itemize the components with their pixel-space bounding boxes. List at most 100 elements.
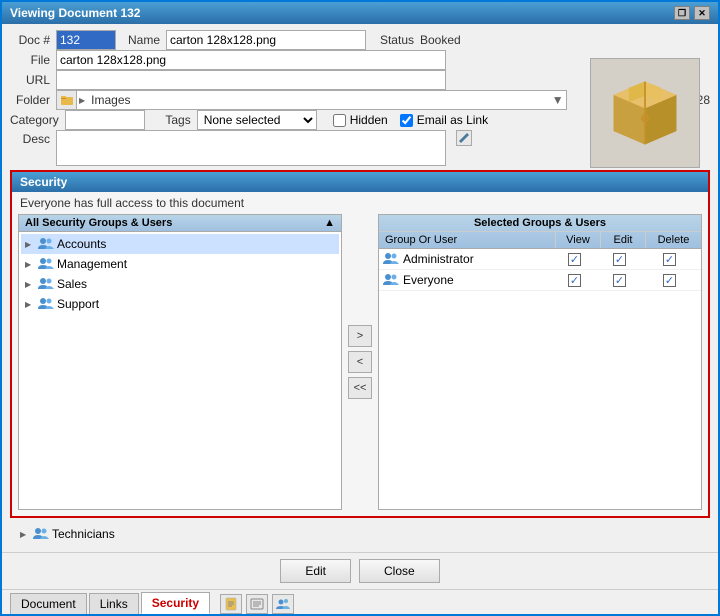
doc-input[interactable] bbox=[56, 30, 116, 50]
column-headers: Group Or User View Edit Delete bbox=[379, 232, 701, 248]
file-input[interactable] bbox=[56, 50, 446, 70]
view-checkbox[interactable]: ✓ bbox=[568, 274, 581, 287]
security-header: Security bbox=[12, 172, 708, 192]
status-label: Status bbox=[372, 33, 414, 47]
tree-list: ▶ Accounts ▶ bbox=[19, 232, 341, 509]
restore-button[interactable]: ❐ bbox=[674, 6, 690, 20]
desc-textarea[interactable] bbox=[56, 130, 446, 166]
folder-label: Folder bbox=[10, 93, 50, 107]
technicians-area: ▶ Technicians bbox=[10, 522, 710, 546]
email-label: Email as Link bbox=[417, 113, 488, 127]
list-icon bbox=[250, 597, 264, 611]
hidden-checkbox[interactable] bbox=[333, 114, 346, 127]
svg-text:♻: ♻ bbox=[640, 113, 650, 125]
tab-icons bbox=[220, 594, 294, 614]
folder-name: Images bbox=[87, 92, 134, 108]
left-panel: All Security Groups & Users ▲ ▶ bbox=[18, 214, 342, 510]
hidden-checkbox-group: Hidden bbox=[333, 113, 388, 127]
left-panel-title: All Security Groups & Users bbox=[25, 217, 172, 229]
tab-icon-3[interactable] bbox=[272, 594, 294, 614]
group-name: Everyone bbox=[403, 273, 454, 287]
tab-icon-2[interactable] bbox=[246, 594, 268, 614]
security-body: All Security Groups & Users ▲ ▶ bbox=[12, 214, 708, 516]
tags-label: Tags bbox=[161, 113, 191, 127]
delete-cell: ✓ bbox=[642, 253, 697, 266]
folder-dropdown[interactable]: ▼ bbox=[550, 93, 566, 107]
list-item[interactable]: ▶ Sales bbox=[21, 274, 339, 294]
remove-all-button[interactable]: << bbox=[348, 377, 372, 399]
edit-checkbox[interactable]: ✓ bbox=[613, 274, 626, 287]
remove-button[interactable]: < bbox=[348, 351, 372, 373]
delete-cell: ✓ bbox=[642, 274, 697, 287]
selected-users-table: Administrator ✓ ✓ ✓ bbox=[379, 249, 701, 291]
desc-edit-icon[interactable] bbox=[456, 130, 472, 146]
up-arrow-icon[interactable]: ▲ bbox=[324, 217, 335, 229]
email-checkbox-group: Email as Link bbox=[400, 113, 488, 127]
group-cell: Administrator bbox=[383, 251, 552, 267]
folder-path[interactable]: ▶ Images ▼ bbox=[56, 90, 567, 110]
edit-cell: ✓ bbox=[597, 253, 642, 266]
list-item[interactable]: ▶ Support bbox=[21, 294, 339, 314]
col-delete-header: Delete bbox=[646, 232, 701, 248]
delete-checkbox[interactable]: ✓ bbox=[663, 274, 676, 287]
tags-select[interactable]: None selected bbox=[197, 110, 317, 130]
col-view-header: View bbox=[556, 232, 601, 248]
document-image: ♻ bbox=[590, 58, 700, 168]
security-title: Security bbox=[20, 175, 67, 189]
row-doc: Doc # Name Status Booked bbox=[10, 30, 710, 50]
add-button[interactable]: > bbox=[348, 325, 372, 347]
tree-expand-icon: ▶ bbox=[25, 240, 35, 249]
right-panel-title: Selected Groups & Users bbox=[379, 215, 701, 232]
folder-icon-button[interactable] bbox=[57, 91, 77, 109]
window-title: Viewing Document 132 bbox=[10, 6, 140, 20]
category-input[interactable] bbox=[65, 110, 145, 130]
edit-checkbox[interactable]: ✓ bbox=[613, 253, 626, 266]
security-section: Security Everyone has full access to thi… bbox=[10, 170, 710, 518]
tree-expand-icon: ▶ bbox=[25, 280, 35, 289]
close-button[interactable]: Close bbox=[359, 559, 440, 583]
folder-arrow: ▶ bbox=[79, 96, 85, 105]
group-icon bbox=[33, 526, 49, 542]
title-bar: Viewing Document 132 ❐ ✕ bbox=[2, 2, 718, 24]
col-edit-header: Edit bbox=[601, 232, 646, 248]
close-button[interactable]: ✕ bbox=[694, 6, 710, 20]
tab-links[interactable]: Links bbox=[89, 593, 139, 614]
table-row[interactable]: Everyone ✓ ✓ ✓ bbox=[379, 270, 701, 291]
list-item[interactable]: ▶ Technicians bbox=[16, 524, 216, 544]
list-item[interactable]: ▶ Accounts bbox=[21, 234, 339, 254]
group-icon bbox=[38, 256, 54, 272]
list-item[interactable]: ▶ Management bbox=[21, 254, 339, 274]
tree-item-label: Technicians bbox=[52, 527, 115, 541]
tab-icon-1[interactable] bbox=[220, 594, 242, 614]
email-checkbox[interactable] bbox=[400, 114, 413, 127]
table-row[interactable]: Administrator ✓ ✓ ✓ bbox=[379, 249, 701, 270]
view-checkbox[interactable]: ✓ bbox=[568, 253, 581, 266]
group-icon bbox=[38, 276, 54, 292]
doc-label: Doc # bbox=[10, 33, 50, 47]
view-cell: ✓ bbox=[552, 274, 597, 287]
document-icon bbox=[224, 597, 238, 611]
col-group-header: Group Or User bbox=[379, 232, 556, 248]
file-label: File bbox=[10, 53, 50, 67]
left-panel-header: All Security Groups & Users ▲ bbox=[19, 215, 341, 232]
tab-security[interactable]: Security bbox=[141, 592, 210, 614]
name-input[interactable] bbox=[166, 30, 366, 50]
form-area: Doc # Name Status Booked File URL Folder bbox=[10, 30, 710, 166]
delete-checkbox[interactable]: ✓ bbox=[663, 253, 676, 266]
title-bar-controls: ❐ ✕ bbox=[674, 6, 710, 20]
edit-button[interactable]: Edit bbox=[280, 559, 351, 583]
url-label: URL bbox=[10, 73, 50, 87]
view-cell: ✓ bbox=[552, 253, 597, 266]
tree-item-label: Management bbox=[57, 257, 127, 271]
tree-item-label: Sales bbox=[57, 277, 87, 291]
url-input[interactable] bbox=[56, 70, 446, 90]
tree-item-label: Support bbox=[57, 297, 99, 311]
middle-buttons: > < << bbox=[342, 214, 378, 510]
group-icon bbox=[38, 296, 54, 312]
status-value: Booked bbox=[420, 33, 461, 47]
hidden-label: Hidden bbox=[350, 113, 388, 127]
bottom-bar: Edit Close bbox=[2, 552, 718, 589]
category-label: Category bbox=[10, 113, 59, 127]
tab-document[interactable]: Document bbox=[10, 593, 87, 614]
name-label: Name bbox=[122, 33, 160, 47]
